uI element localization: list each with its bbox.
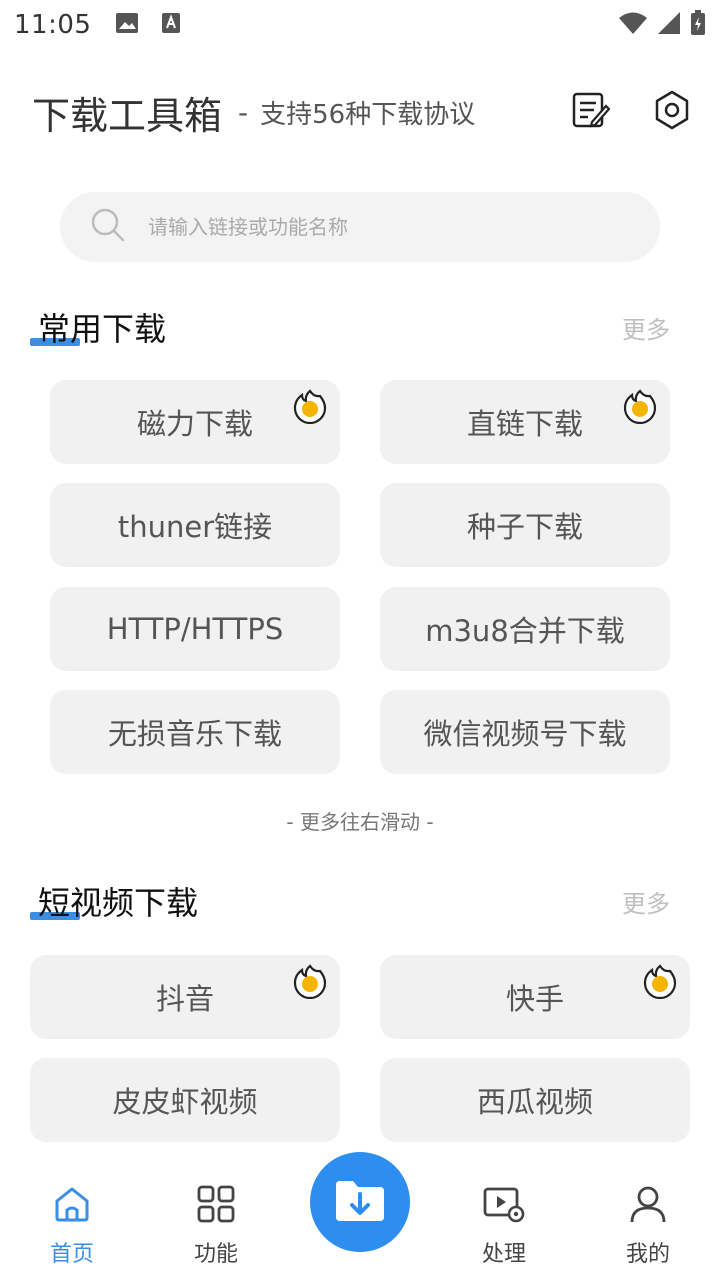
hot-flame-icon bbox=[642, 963, 678, 1000]
section-short-video-downloads: 短视频下载 更多 bbox=[30, 876, 690, 926]
hot-flame-icon bbox=[292, 963, 328, 1000]
grid-icon bbox=[196, 1184, 236, 1228]
chip-label: 快手 bbox=[505, 982, 564, 1016]
nav-process[interactable]: 处理 bbox=[454, 1184, 554, 1268]
edit-notes-icon bbox=[570, 90, 611, 134]
wifi-icon bbox=[618, 11, 648, 39]
status-bar: 11:05 bbox=[0, 0, 720, 50]
chip-label: 无损音乐下载 bbox=[107, 717, 282, 751]
wechat-channels-download-button[interactable]: 微信视频号下载 bbox=[380, 690, 670, 774]
notes-button[interactable] bbox=[570, 90, 611, 134]
chip-label: 磁力下载 bbox=[136, 407, 253, 441]
http-https-button[interactable]: HTTP/HTTPS bbox=[50, 587, 340, 671]
chip-label: thuner链接 bbox=[117, 510, 273, 544]
hot-flame-icon bbox=[622, 388, 658, 425]
user-icon bbox=[628, 1184, 668, 1228]
kuaishou-button[interactable]: 快手 bbox=[380, 955, 690, 1039]
chip-label: 西瓜视频 bbox=[476, 1085, 593, 1119]
chip-label: HTTP/HTTPS bbox=[106, 612, 284, 646]
hot-flame-icon bbox=[292, 388, 328, 425]
nav-label: 我的 bbox=[625, 1242, 670, 1267]
battery-icon bbox=[690, 10, 706, 40]
home-icon bbox=[52, 1184, 92, 1228]
status-time: 11:05 bbox=[14, 10, 92, 40]
thunder-link-button[interactable]: thuner链接 bbox=[50, 483, 340, 567]
more-link[interactable]: 更多 bbox=[622, 884, 690, 919]
lossless-music-download-button[interactable]: 无损音乐下载 bbox=[50, 690, 340, 774]
section-title: 短视频下载 bbox=[30, 878, 198, 924]
more-link[interactable]: 更多 bbox=[622, 310, 690, 345]
chip-label: m3u8合并下载 bbox=[425, 614, 625, 648]
search-input[interactable] bbox=[148, 215, 588, 239]
app-subtitle: 支持56种下载协议 bbox=[260, 99, 476, 130]
search-icon bbox=[90, 207, 126, 247]
nav-home[interactable]: 首页 bbox=[22, 1184, 122, 1268]
chip-label: 微信视频号下载 bbox=[423, 717, 627, 751]
app-header: 下载工具箱 - 支持56种下载协议 bbox=[32, 82, 692, 142]
xigua-video-button[interactable]: 西瓜视频 bbox=[380, 1058, 690, 1142]
torrent-download-button[interactable]: 种子下载 bbox=[380, 483, 670, 567]
scroll-hint: - 更多往右滑动 - bbox=[286, 810, 434, 834]
nav-label: 处理 bbox=[481, 1242, 526, 1267]
chip-label: 种子下载 bbox=[466, 510, 583, 544]
direct-link-download-button[interactable]: 直链下载 bbox=[380, 380, 670, 464]
image-notification-icon bbox=[115, 12, 139, 38]
download-center-button[interactable] bbox=[310, 1152, 410, 1252]
nav-label: 首页 bbox=[49, 1242, 94, 1267]
settings-button[interactable] bbox=[652, 90, 692, 134]
m3u8-merge-download-button[interactable]: m3u8合并下载 bbox=[380, 587, 670, 671]
pipixia-button[interactable]: 皮皮虾视频 bbox=[30, 1058, 340, 1142]
nav-profile[interactable]: 我的 bbox=[598, 1184, 698, 1268]
section-title: 常用下载 bbox=[30, 304, 166, 350]
app-notification-icon bbox=[161, 12, 181, 38]
title-separator: - bbox=[238, 95, 249, 129]
chip-label: 抖音 bbox=[155, 982, 214, 1016]
section-common-downloads: 常用下载 更多 bbox=[30, 302, 690, 352]
nav-features[interactable]: 功能 bbox=[166, 1184, 266, 1268]
magnet-download-button[interactable]: 磁力下载 bbox=[50, 380, 340, 464]
video-settings-icon bbox=[482, 1184, 526, 1228]
signal-icon bbox=[656, 11, 682, 39]
download-folder-icon bbox=[333, 1177, 387, 1227]
app-title: 下载工具箱 bbox=[32, 93, 223, 138]
chip-label: 直链下载 bbox=[466, 407, 583, 441]
douyin-button[interactable]: 抖音 bbox=[30, 955, 340, 1039]
search-bar[interactable] bbox=[60, 192, 660, 262]
nav-label: 功能 bbox=[193, 1242, 238, 1267]
chip-label: 皮皮虾视频 bbox=[112, 1085, 258, 1119]
gear-icon bbox=[652, 90, 692, 134]
